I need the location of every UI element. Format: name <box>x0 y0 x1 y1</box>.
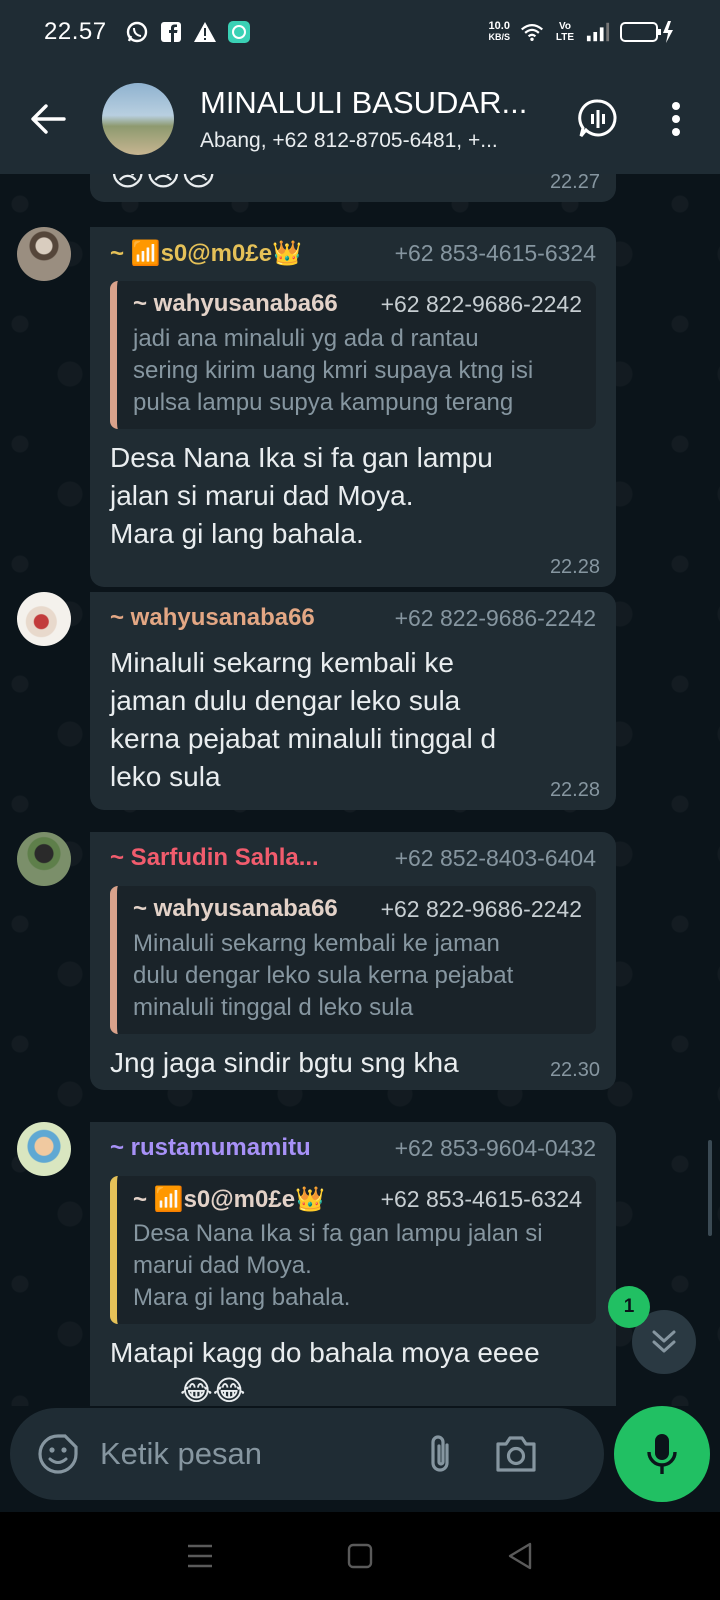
sender-name[interactable]: ~ 📶s0@m0£e👑 <box>110 239 302 268</box>
sender-phone: +62 853-4615-6324 <box>394 239 596 266</box>
chat-area[interactable]: 😢😢😢 22.27 ~ 📶s0@m0£e👑 +62 853-4615-6324 … <box>0 174 720 1406</box>
group-avatar[interactable] <box>102 83 174 155</box>
recents-button[interactable] <box>176 1532 224 1580</box>
facebook-icon <box>159 20 183 44</box>
voice-record-button[interactable] <box>614 1406 710 1502</box>
battery-icon <box>620 20 676 44</box>
sender-avatar[interactable] <box>17 592 71 646</box>
sticker-icon <box>38 1434 78 1474</box>
back-nav-button[interactable] <box>496 1532 544 1580</box>
message-bubble[interactable]: ~ Sarfudin Sahla... +62 852-8403-6404 ~ … <box>90 832 616 1090</box>
message-time: 22.28 <box>549 556 600 578</box>
sender-avatar[interactable] <box>17 1122 71 1176</box>
quoted-sender: ~ wahyusanaba66 <box>133 895 338 922</box>
scrollbar[interactable] <box>708 1140 712 1236</box>
message-text: Matapi kagg do bahala moya eeee <box>110 1337 540 1368</box>
quoted-text: Minaluli sekarng kembali ke jaman dulu d… <box>133 930 514 1021</box>
system-nav-bar <box>0 1512 720 1600</box>
message-input-bar <box>10 1408 604 1500</box>
quoted-message[interactable]: ~ 📶s0@m0£e👑 +62 853-4615-6324 Desa Nana … <box>110 1176 596 1324</box>
sender-name[interactable]: ~ wahyusanaba66 <box>110 604 315 632</box>
group-info[interactable]: MINALULI BASUDAR... Abang, +62 812-8705-… <box>200 85 540 153</box>
more-vertical-icon <box>672 102 680 136</box>
quoted-phone: +62 822-9686-2242 <box>380 290 582 317</box>
sender-name[interactable]: ~ Sarfudin Sahla... <box>110 844 319 872</box>
quoted-message[interactable]: ~ wahyusanaba66 +62 822-9686-2242 jadi a… <box>110 281 596 429</box>
sender-avatar[interactable] <box>17 832 71 886</box>
sender-name[interactable]: ~ rustamumamitu <box>110 1134 311 1162</box>
status-bar: 22.57 10.0 KB/S Vo LTE <box>0 0 720 64</box>
message-text: Desa Nana Ika si fa gan lampu jalan si m… <box>110 442 493 549</box>
sender-avatar[interactable] <box>17 227 71 281</box>
quoted-text: jadi ana minaluli yg ada d rantau sering… <box>133 325 534 416</box>
message-bubble-previous[interactable]: 😢😢😢 22.27 <box>90 174 616 202</box>
group-members: Abang, +62 812-8705-6481, +... <box>200 129 498 152</box>
quoted-text: Desa Nana Ika si fa gan lampu jalan si m… <box>133 1220 543 1311</box>
chat-header: MINALULI BASUDAR... Abang, +62 812-8705-… <box>0 64 720 174</box>
app-icon <box>227 20 251 44</box>
menu-icon <box>188 1544 212 1568</box>
microphone-icon <box>647 1434 677 1474</box>
message-text: Jng jaga sindir bgtu sng kha <box>110 1047 459 1078</box>
voice-chat-button[interactable] <box>574 95 622 143</box>
double-chevron-down-icon <box>652 1330 676 1353</box>
clock: 22.57 <box>44 18 107 45</box>
previous-emojis: 😢😢😢 <box>110 174 217 193</box>
triangle-back-icon <box>508 1542 532 1570</box>
wifi-icon <box>520 20 544 44</box>
volte-label: Vo LTE <box>555 21 575 43</box>
message-bubble[interactable]: ~ wahyusanaba66 +62 822-9686-2242 Minalu… <box>90 592 616 810</box>
attach-button[interactable] <box>416 1430 464 1478</box>
quoted-phone: +62 822-9686-2242 <box>380 895 582 922</box>
back-button[interactable] <box>24 95 72 143</box>
message-time: 22.30 <box>549 1059 600 1081</box>
quoted-message[interactable]: ~ wahyusanaba66 +62 822-9686-2242 Minalu… <box>110 886 596 1034</box>
camera-button[interactable] <box>490 1430 542 1478</box>
message-emojis: 😂😂 <box>180 1375 246 1406</box>
message-bubble[interactable]: ~ rustamumamitu +62 853-9604-0432 ~ 📶s0@… <box>90 1122 616 1406</box>
arrow-left-icon <box>31 104 66 134</box>
message-time: 22.28 <box>549 779 600 801</box>
more-options-button[interactable] <box>652 95 700 143</box>
voice-chat-icon <box>578 99 617 137</box>
home-button[interactable] <box>336 1532 384 1580</box>
sender-phone: +62 852-8403-6404 <box>394 844 596 871</box>
signal-icon <box>586 20 610 44</box>
camera-icon <box>496 1436 536 1472</box>
emoji-button[interactable] <box>34 1430 82 1478</box>
message-text: Minaluli sekarng kembali ke jaman dulu d… <box>110 647 497 792</box>
unread-count-badge[interactable]: 1 <box>608 1286 650 1328</box>
sender-phone: +62 853-9604-0432 <box>394 1134 596 1161</box>
message-time: 22.27 <box>549 174 600 193</box>
quoted-sender: ~ 📶s0@m0£e👑 <box>133 1185 325 1213</box>
square-icon <box>347 1543 373 1569</box>
quoted-sender: ~ wahyusanaba66 <box>133 290 338 317</box>
message-bubble[interactable]: ~ 📶s0@m0£e👑 +62 853-4615-6324 ~ wahyusan… <box>90 227 616 587</box>
whatsapp-icon <box>125 20 149 44</box>
warning-icon <box>193 20 217 44</box>
paperclip-icon <box>431 1435 449 1472</box>
quoted-phone: +62 853-4615-6324 <box>380 1185 582 1212</box>
net-speed: 10.0 KB/S <box>488 20 510 43</box>
sender-phone: +62 822-9686-2242 <box>394 604 596 631</box>
group-title: MINALULI BASUDAR... <box>200 85 528 120</box>
message-input[interactable] <box>100 1436 390 1472</box>
